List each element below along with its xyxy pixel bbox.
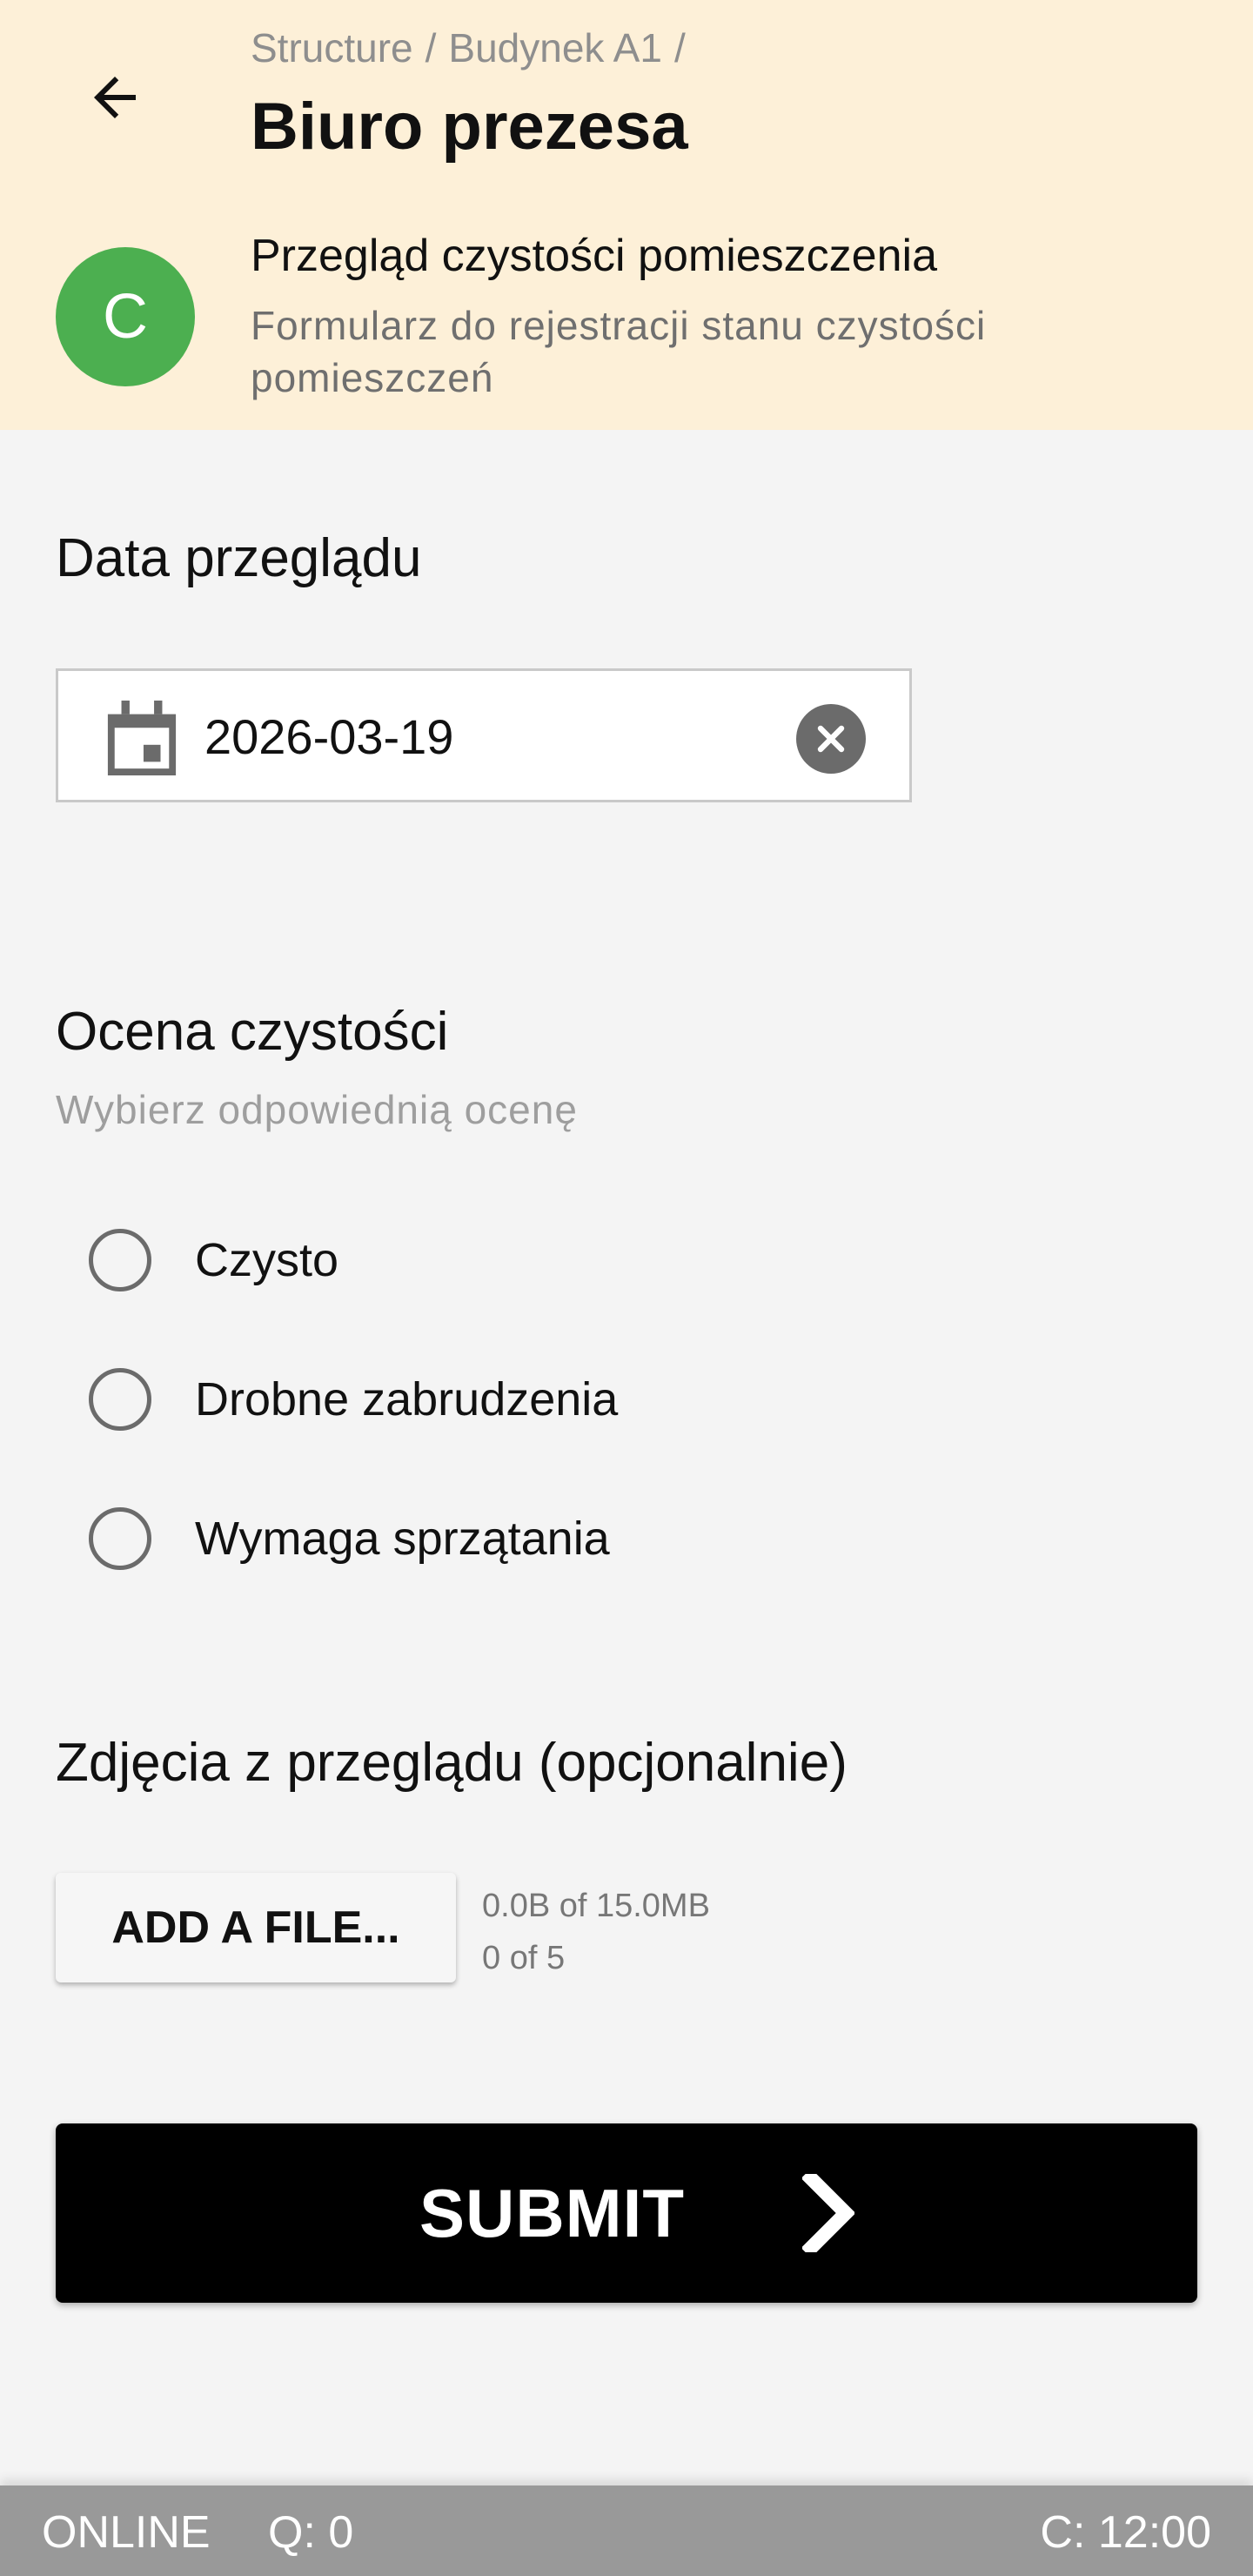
breadcrumb: Structure / Budynek A1/ (251, 24, 698, 71)
breadcrumb-separator: / (425, 25, 437, 70)
rating-option-label: Wymaga sprzątania (195, 1513, 610, 1565)
file-size-info: 0.0B of 15.0MB (482, 1888, 710, 1924)
page-header: Structure / Budynek A1/ Biuro prezesa C Pr… (0, 0, 1253, 430)
date-input[interactable] (204, 697, 831, 775)
page-title: Biuro prezesa (251, 90, 688, 164)
back-button[interactable] (70, 52, 160, 143)
radio-button[interactable] (89, 1507, 151, 1570)
file-upload-info: 0.0B of 15.0MB 0 of 5 (482, 1880, 710, 1984)
breadcrumb-separator: / (673, 25, 686, 70)
breadcrumb-item-structure[interactable]: Structure (251, 25, 413, 70)
radio-button[interactable] (89, 1229, 151, 1291)
chevron-right-icon (802, 2174, 854, 2252)
arrow-left-icon (94, 77, 136, 118)
submit-button[interactable]: SUBMIT (56, 2123, 1197, 2303)
submit-label: SUBMIT (419, 2175, 685, 2251)
date-section-label: Data przeglądu (56, 528, 422, 588)
rating-section-hint: Wybierz odpowiednią ocenę (56, 1087, 578, 1132)
rating-option-wymaga-sprzatania[interactable]: Wymaga sprzątania (89, 1502, 610, 1575)
rating-option-czysto[interactable]: Czysto (89, 1224, 338, 1297)
avatar: C (56, 247, 195, 386)
date-field[interactable] (56, 668, 912, 802)
form-title: Przegląd czystości pomieszczenia (251, 231, 937, 281)
status-clock: C: 12:00 (1040, 2507, 1211, 2558)
rating-option-label: Drobne zabrudzenia (195, 1373, 619, 1426)
clear-circle-icon (817, 725, 845, 753)
radio-button[interactable] (89, 1368, 151, 1431)
add-file-button[interactable]: ADD A FILE... (56, 1873, 456, 1982)
rating-option-label: Czysto (195, 1234, 339, 1286)
photos-section-label: Zdjęcia z przeglądu (opcjonalnie) (56, 1733, 848, 1793)
clear-date-button[interactable] (796, 704, 866, 774)
file-count-info: 0 of 5 (482, 1940, 566, 1976)
queue-count: Q: 0 (268, 2507, 354, 2558)
connection-status: ONLINE (42, 2507, 211, 2558)
rating-option-drobne-zabrudzenia[interactable]: Drobne zabrudzenia (89, 1363, 618, 1436)
breadcrumb-item-building[interactable]: Budynek A1 (448, 25, 662, 70)
status-bar: ONLINE Q: 0 C: 12:00 (0, 2485, 1253, 2576)
calendar-icon (107, 701, 177, 775)
rating-section-label: Ocena czystości (56, 1002, 449, 1062)
form-description: Formularz do rejestracji stanu czystości… (251, 303, 987, 400)
